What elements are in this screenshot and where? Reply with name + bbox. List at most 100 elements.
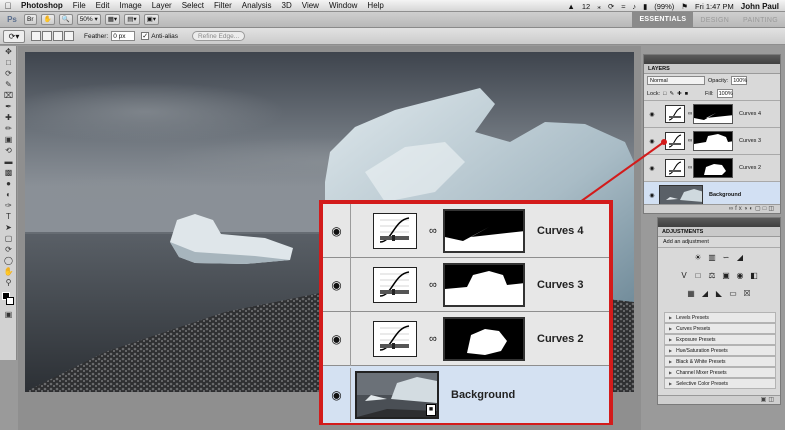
adjustments-panel-titlebar[interactable] (658, 218, 780, 227)
arrange-documents-button[interactable]: ▤▾ (124, 14, 140, 25)
layer-mask-thumbnail[interactable] (693, 104, 733, 124)
preset-selective-color[interactable]: Selective Color Presets (664, 378, 776, 389)
menu-3d[interactable]: 3D (277, 1, 297, 10)
menu-image[interactable]: Image (114, 1, 146, 10)
adobe-icon[interactable]: ▲ (567, 2, 574, 11)
eye-icon[interactable]: ◉ (647, 165, 657, 172)
menu-help[interactable]: Help (362, 1, 388, 10)
lock-pixels-icon[interactable]: ✎ (669, 91, 674, 97)
menu-select[interactable]: Select (177, 1, 209, 10)
path-selection-tool-icon[interactable]: ➤ (2, 223, 15, 233)
clock[interactable]: Fri 1:47 PM (695, 2, 734, 11)
layers-panel-titlebar[interactable] (644, 55, 780, 64)
layer-row-curves-4[interactable]: ◉ ∞ Curves 4 (644, 100, 780, 127)
layer-name[interactable]: Curves 2 (739, 165, 761, 171)
eraser-tool-icon[interactable]: ▬ (2, 157, 15, 167)
fill-input[interactable]: 100% (716, 89, 733, 98)
color-swatches[interactable] (2, 292, 15, 306)
3d-orbit-tool-icon[interactable]: ◯ (2, 256, 15, 266)
screen-mode-button[interactable]: ▣▾ (143, 14, 159, 25)
user-name[interactable]: John Paul (741, 2, 779, 11)
channel-mixer-icon[interactable]: ◧ (749, 271, 759, 281)
workspace-essentials[interactable]: ESSENTIALS (632, 12, 694, 28)
layers-panel-tab[interactable]: LAYERS (644, 64, 780, 74)
brush-tool-icon[interactable]: ✏ (2, 124, 15, 134)
levels-icon[interactable]: ▥ (707, 253, 717, 263)
selective-color-icon[interactable]: ☒ (742, 289, 752, 299)
menu-file[interactable]: File (68, 1, 91, 10)
antialias-checkbox[interactable]: ✓ (141, 32, 150, 40)
menu-edit[interactable]: Edit (91, 1, 115, 10)
eye-icon[interactable]: ◉ (647, 192, 657, 199)
lock-transparency-icon[interactable]: □ (663, 91, 666, 97)
eyedropper-tool-icon[interactable]: ✒ (2, 102, 15, 112)
quick-selection-tool-icon[interactable]: ✎ (2, 80, 15, 90)
gradient-tool-icon[interactable]: ▩ (2, 168, 15, 178)
layer-mask-thumbnail[interactable] (693, 131, 733, 151)
preset-hue-saturation[interactable]: Hue/Saturation Presets (664, 345, 776, 356)
adjustments-delete-icon[interactable]: ◫ (768, 397, 776, 403)
quick-mask-icon[interactable]: ▣ (2, 310, 15, 320)
preset-exposure[interactable]: Exposure Presets (664, 334, 776, 345)
delete-layer-icon[interactable]: ◫ (768, 206, 776, 212)
menu-analysis[interactable]: Analysis (237, 1, 277, 10)
view-extras-button[interactable]: ▦▾ (104, 14, 121, 25)
lock-position-icon[interactable]: ✚ (677, 91, 682, 97)
layer-name[interactable]: Curves 3 (739, 138, 761, 144)
volume-icon[interactable]: ♪ (632, 2, 636, 11)
refine-edge-button[interactable]: Refine Edge... (191, 31, 246, 41)
dodge-tool-icon[interactable]: ◐ (2, 190, 15, 200)
brightness-contrast-icon[interactable]: ☀ (693, 253, 703, 263)
lock-all-icon[interactable]: ■ (685, 91, 688, 97)
posterize-icon[interactable]: ◢ (700, 289, 710, 299)
add-selection-icon[interactable] (42, 31, 52, 41)
intersect-selection-icon[interactable] (64, 31, 74, 41)
subtract-selection-icon[interactable] (53, 31, 63, 41)
eye-icon[interactable]: ◉ (647, 138, 657, 145)
bridge-button[interactable]: Br (24, 14, 37, 25)
preset-black-white[interactable]: Black & White Presets (664, 356, 776, 367)
menu-photoshop[interactable]: Photoshop (16, 1, 68, 10)
battery-icon[interactable]: ▮ (643, 2, 647, 11)
shape-tool-icon[interactable]: ▢ (2, 234, 15, 244)
menu-layer[interactable]: Layer (147, 1, 177, 10)
layer-name[interactable]: Background (709, 192, 741, 198)
lasso-tool-preset-icon[interactable]: ⟳▾ (3, 29, 25, 43)
history-brush-tool-icon[interactable]: ⟲ (2, 146, 15, 156)
sync-icon[interactable]: ⟳ (608, 2, 614, 11)
color-balance-icon[interactable]: ⚖ (707, 271, 717, 281)
zoom-button[interactable]: 🔍 (58, 14, 73, 25)
hand-tool-icon[interactable]: ✋ (2, 267, 15, 277)
lasso-tool-icon[interactable]: ⟳ (2, 69, 15, 79)
eye-icon[interactable]: ◉ (647, 111, 657, 118)
workspace-painting[interactable]: PAINTING (736, 17, 785, 24)
clone-stamp-tool-icon[interactable]: ▣ (2, 135, 15, 145)
exposure-icon[interactable]: ◢ (735, 253, 745, 263)
zoom-tool-icon[interactable]: ⚲ (2, 278, 15, 288)
preset-channel-mixer[interactable]: Channel Mixer Presets (664, 367, 776, 378)
layer-row-curves-3[interactable]: ◉ ∞ Curves 3 (644, 127, 780, 154)
menu-window[interactable]: Window (324, 1, 362, 10)
preset-curves[interactable]: Curves Presets (664, 323, 776, 334)
menu-view[interactable]: View (297, 1, 324, 10)
vibrance-icon[interactable]: V (679, 271, 689, 281)
move-tool-icon[interactable]: ✥ (2, 47, 15, 57)
bluetooth-icon[interactable]: ⁎ (597, 2, 601, 11)
new-selection-icon[interactable] (31, 31, 41, 41)
pen-tool-icon[interactable]: ✑ (2, 201, 15, 211)
layer-style-icon[interactable]: fx (735, 206, 744, 212)
flag-icon[interactable]: ⚑ (681, 2, 688, 11)
3d-rotate-tool-icon[interactable]: ⟳ (2, 245, 15, 255)
healing-brush-tool-icon[interactable]: ✚ (2, 113, 15, 123)
zoom-level-select[interactable]: 50% ▾ (76, 14, 101, 25)
type-tool-icon[interactable]: T (2, 212, 15, 222)
background-color[interactable] (6, 297, 14, 305)
layer-name[interactable]: Curves 4 (739, 111, 761, 117)
new-group-icon[interactable]: ▢ (755, 206, 763, 212)
layer-mask-thumbnail[interactable] (693, 158, 733, 178)
crop-tool-icon[interactable]: ⌧ (2, 91, 15, 101)
adjustments-panel-tab[interactable]: ADJUSTMENTS (658, 227, 780, 237)
hand-tool-button[interactable]: ✋ (40, 14, 55, 25)
blend-mode-select[interactable]: Normal (647, 76, 705, 85)
gradient-map-icon[interactable]: ▭ (728, 289, 738, 299)
